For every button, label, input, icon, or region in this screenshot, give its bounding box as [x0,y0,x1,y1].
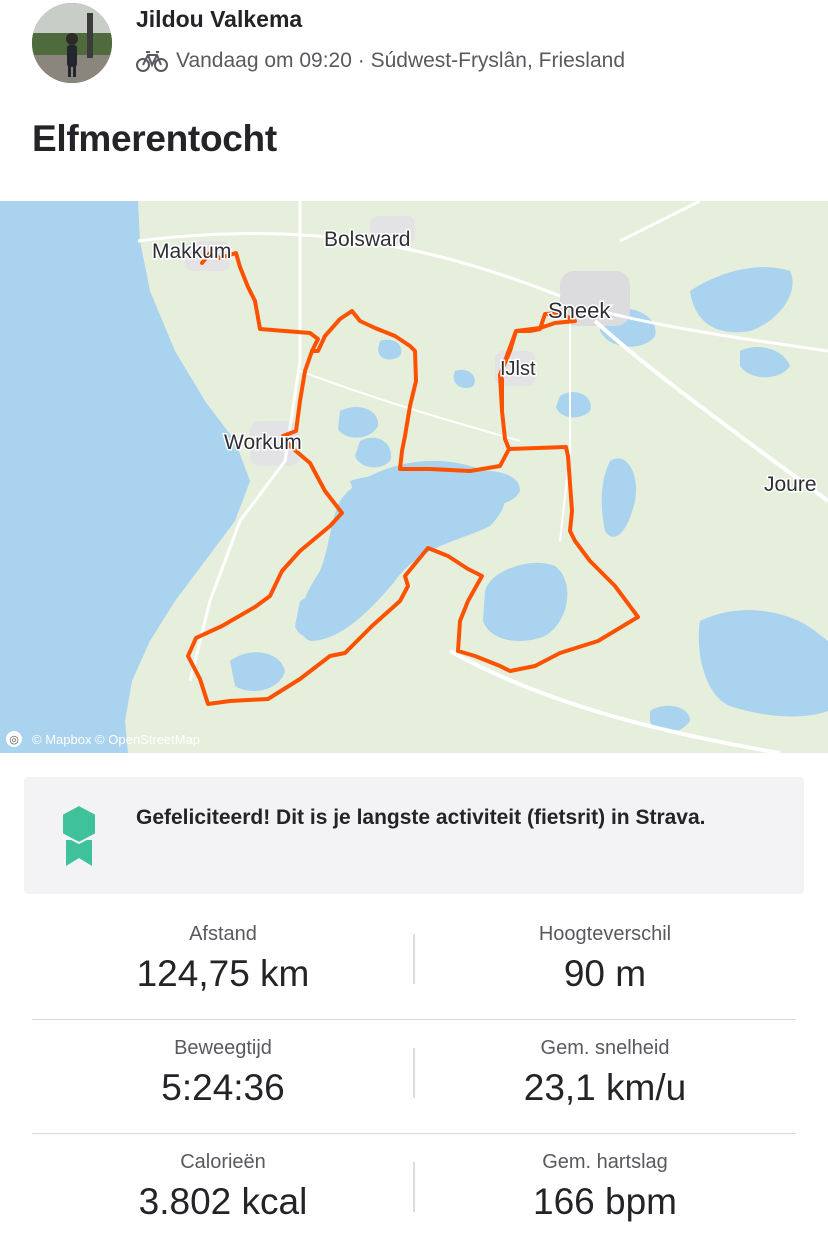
stat-value: 166 bpm [533,1181,677,1222]
stat-elevation: Hoogteverschil 90 m [414,906,796,1019]
achievement-message: Gefeliciteerd! Dit is je langste activit… [136,806,706,829]
route-map[interactable]: Makkum Bolsward Sneek IJlst Workum Joure… [0,201,828,753]
stat-avg-heartrate: Gem. hartslag 166 bpm [414,1134,796,1247]
stat-label: Gem. hartslag [542,1151,668,1173]
stat-label: Calorieën [180,1151,266,1173]
activity-header: Jildou Valkema Vandaag om 09:20 · Súdwes… [0,0,828,100]
map-label-workum: Workum [224,431,302,454]
stats-row: Afstand 124,75 km Hoogteverschil 90 m [32,906,796,1020]
stats-row: Beweegtijd 5:24:36 Gem. snelheid 23,1 km… [32,1020,796,1134]
map-label-ijlst: IJlst [500,358,536,380]
achievement-banner: Gefeliciteerd! Dit is je langste activit… [24,777,804,894]
map-attribution[interactable]: ◎ © Mapbox © OpenStreetMap [6,731,200,747]
map-label-bolsward: Bolsward [324,228,410,251]
stats-row: Calorieën 3.802 kcal Gem. hartslag 166 b… [32,1134,796,1247]
stat-calories: Calorieën 3.802 kcal [32,1134,414,1247]
activity-meta: Vandaag om 09:20 · Súdwest-Fryslân, Frie… [136,47,625,75]
map-label-makkum: Makkum [152,240,231,263]
stat-value: 124,75 km [136,953,310,994]
bike-icon [136,51,168,72]
stat-value: 3.802 kcal [138,1181,308,1222]
map-attribution-text: © Mapbox © OpenStreetMap [32,731,201,747]
stat-avg-speed: Gem. snelheid 23,1 km/u [414,1020,796,1133]
activity-meta-text: Vandaag om 09:20 · Súdwest-Fryslân, Frie… [176,49,625,72]
map-label-sneek: Sneek [548,298,611,323]
stat-value: 90 m [563,953,647,994]
stat-label: Gem. snelheid [540,1037,670,1059]
map-label-joure: Joure [764,473,817,496]
stat-label: Hoogteverschil [538,923,672,945]
mapbox-logo-icon[interactable]: ◎ [6,731,22,747]
stat-distance: Afstand 124,75 km [32,906,414,1019]
medal-icon [61,804,97,866]
stat-label: Beweegtijd [174,1037,272,1059]
stat-moving-time: Beweegtijd 5:24:36 [32,1020,414,1133]
stat-value: 23,1 km/u [523,1067,687,1108]
stats-grid: Afstand 124,75 km Hoogteverschil 90 m Be… [32,906,796,1247]
stat-value: 5:24:36 [161,1067,285,1108]
athlete-name[interactable]: Jildou Valkema [136,6,302,33]
avatar[interactable] [32,3,112,83]
activity-title: Elfmerentocht [32,118,277,159]
stat-label: Afstand [189,923,257,945]
